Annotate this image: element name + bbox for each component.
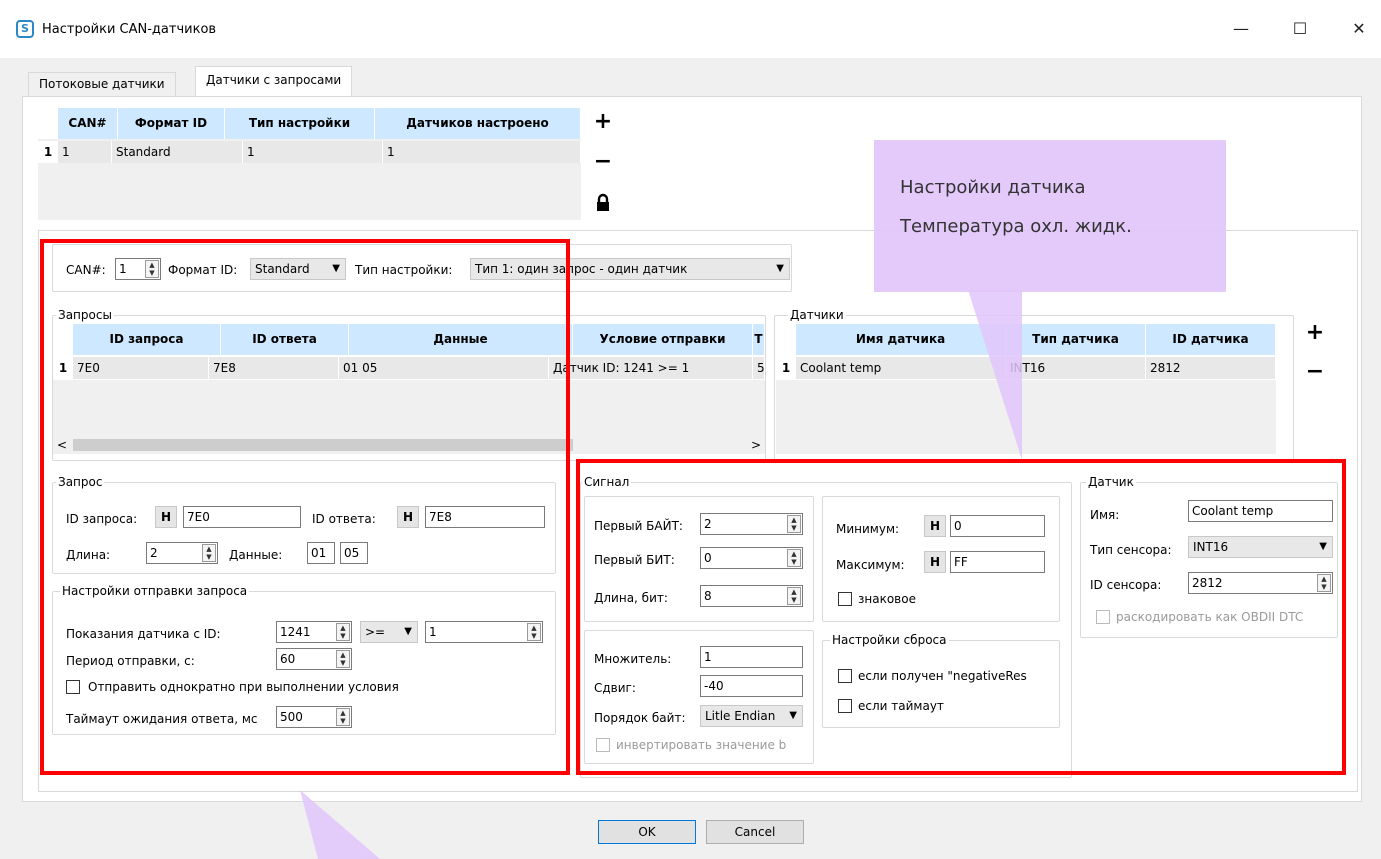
ok-button[interactable]: OK bbox=[598, 820, 696, 844]
settings-window: S Настройки CAN-датчиков — ☐ ✕ Потоковые… bbox=[0, 0, 1381, 859]
callout-text-line-1: Настройки датчика bbox=[900, 177, 1086, 198]
callout-box: Настройки датчика Температура охл. жидк. bbox=[874, 140, 1226, 292]
callout-pointers bbox=[300, 290, 1022, 859]
cancel-button[interactable]: Cancel bbox=[706, 820, 804, 844]
callout-text-line-2: Температура охл. жидк. bbox=[900, 216, 1132, 237]
